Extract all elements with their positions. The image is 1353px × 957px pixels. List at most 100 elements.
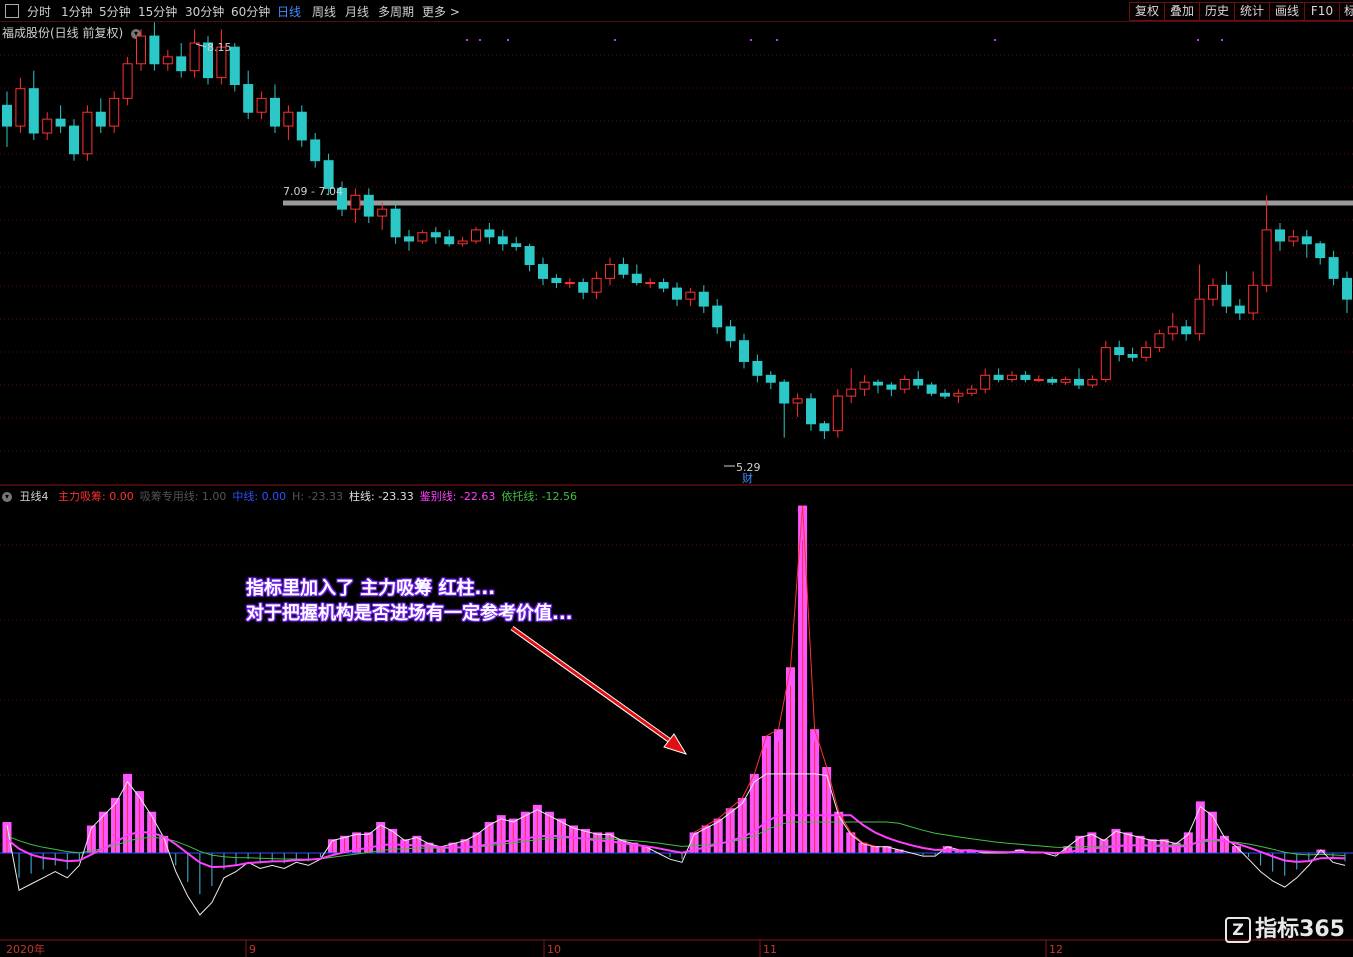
candle-body: [457, 240, 468, 245]
kline-chart: 8.157.09 - 7.045.29财2020年 9 10 11 12: [0, 22, 1353, 957]
candle-body: [243, 84, 254, 113]
signal-dot: [507, 39, 509, 41]
finance-icon: 财: [742, 471, 753, 485]
candle-body: [136, 35, 146, 65]
candle-body: [1074, 378, 1084, 386]
candle-body: [417, 232, 428, 242]
candle-body: [1154, 333, 1165, 349]
candle-body: [980, 374, 991, 390]
candle-body: [591, 277, 602, 293]
candle-body: [819, 423, 830, 432]
candle-body: [1221, 284, 1232, 307]
candle-body: [739, 340, 749, 362]
candle-body: [926, 384, 937, 394]
candle-body: [886, 384, 897, 390]
candle-body: [109, 97, 120, 127]
candle-body: [42, 118, 53, 134]
candle-body: [578, 282, 589, 293]
candle-body: [873, 381, 883, 386]
candle-body: [672, 287, 682, 300]
candle-body: [430, 232, 441, 238]
brand-logo: Z 指标365: [1225, 911, 1345, 943]
candle-body: [28, 88, 39, 134]
candle-body: [444, 236, 455, 245]
candle-body: [618, 264, 629, 275]
candle-body: [953, 392, 964, 397]
candle-body: [1315, 243, 1326, 259]
arrow-shaft: [511, 626, 677, 747]
candle-body: [712, 305, 723, 328]
candle-body: [1208, 284, 1218, 300]
candle-body: [966, 388, 977, 394]
candle-body: [1194, 298, 1205, 335]
candle-body: [551, 277, 562, 284]
candle-body: [1100, 347, 1111, 380]
candle-body: [189, 42, 200, 72]
candle-body: [149, 35, 160, 65]
signal-dot: [1197, 39, 1199, 41]
candle-body: [55, 118, 66, 127]
annotation-line1: 指标里加入了 主力吸筹 红柱...: [246, 578, 496, 599]
logo-mark-icon: Z: [1225, 917, 1252, 943]
signal-dot: [614, 39, 616, 41]
candle-body: [1033, 378, 1044, 381]
signal-dot: [466, 39, 468, 41]
candle-body: [404, 236, 414, 242]
annotation-line2: 对于把握机构是否进场有一定参考价值...: [246, 603, 573, 624]
logo-text: 指标365: [1255, 917, 1345, 942]
annotation-text: 指标里加入了 主力吸筹 红柱... 对于把握机构是否进场有一定参考价值...: [246, 576, 573, 626]
candle-body: [471, 229, 481, 242]
x-axis-label: 10: [547, 943, 561, 956]
candle-body: [1288, 236, 1299, 242]
candle-body: [310, 139, 321, 162]
candle-body: [1248, 284, 1259, 314]
candle-body: [511, 243, 522, 248]
signal-dot: [994, 39, 996, 41]
candle-body: [296, 111, 307, 141]
candle-body: [832, 395, 843, 432]
candle-body: [2, 104, 12, 127]
candle-body: [725, 326, 736, 342]
candle-body: [698, 291, 709, 307]
candle-body: [229, 46, 240, 86]
candle-body: [913, 378, 924, 386]
candle-body: [806, 398, 816, 425]
signal-dot: [479, 39, 481, 41]
candle-body: [69, 125, 79, 155]
candle-body: [765, 374, 776, 383]
candle-body: [484, 229, 495, 238]
candle-body: [82, 111, 93, 155]
candle-body: [1020, 374, 1031, 380]
candle-body: [538, 264, 548, 279]
x-axis-label: 11: [763, 943, 777, 956]
candle-body: [564, 282, 575, 285]
candle-body: [497, 236, 508, 245]
candle-body: [1167, 326, 1178, 335]
candle-body: [792, 398, 803, 404]
range-label: 7.09 - 7.04: [283, 185, 343, 198]
high-price-label: 8.15: [207, 41, 232, 54]
candle-body: [1114, 347, 1125, 356]
candle-body: [1047, 378, 1058, 383]
candle-body: [779, 381, 790, 404]
candle-body: [176, 56, 187, 72]
candle-body: [350, 194, 361, 210]
candle-body: [1275, 229, 1285, 242]
candle-body: [1301, 236, 1312, 245]
candle-body: [1060, 378, 1071, 383]
envelope-line: [693, 505, 876, 847]
candle-body: [645, 282, 656, 285]
candle-body: [390, 208, 401, 238]
x-axis-label: 9: [249, 943, 256, 956]
candle-body: [524, 246, 535, 266]
candle-body: [685, 291, 696, 300]
candle-body: [605, 264, 615, 279]
candle-body: [363, 194, 374, 217]
candle-body: [1181, 326, 1192, 335]
candle-body: [1127, 354, 1138, 358]
candle-body: [283, 111, 294, 127]
x-axis-label: 12: [1049, 943, 1063, 956]
candle-body: [1261, 229, 1272, 286]
candle-body: [122, 63, 133, 99]
signal-dot: [776, 39, 778, 41]
